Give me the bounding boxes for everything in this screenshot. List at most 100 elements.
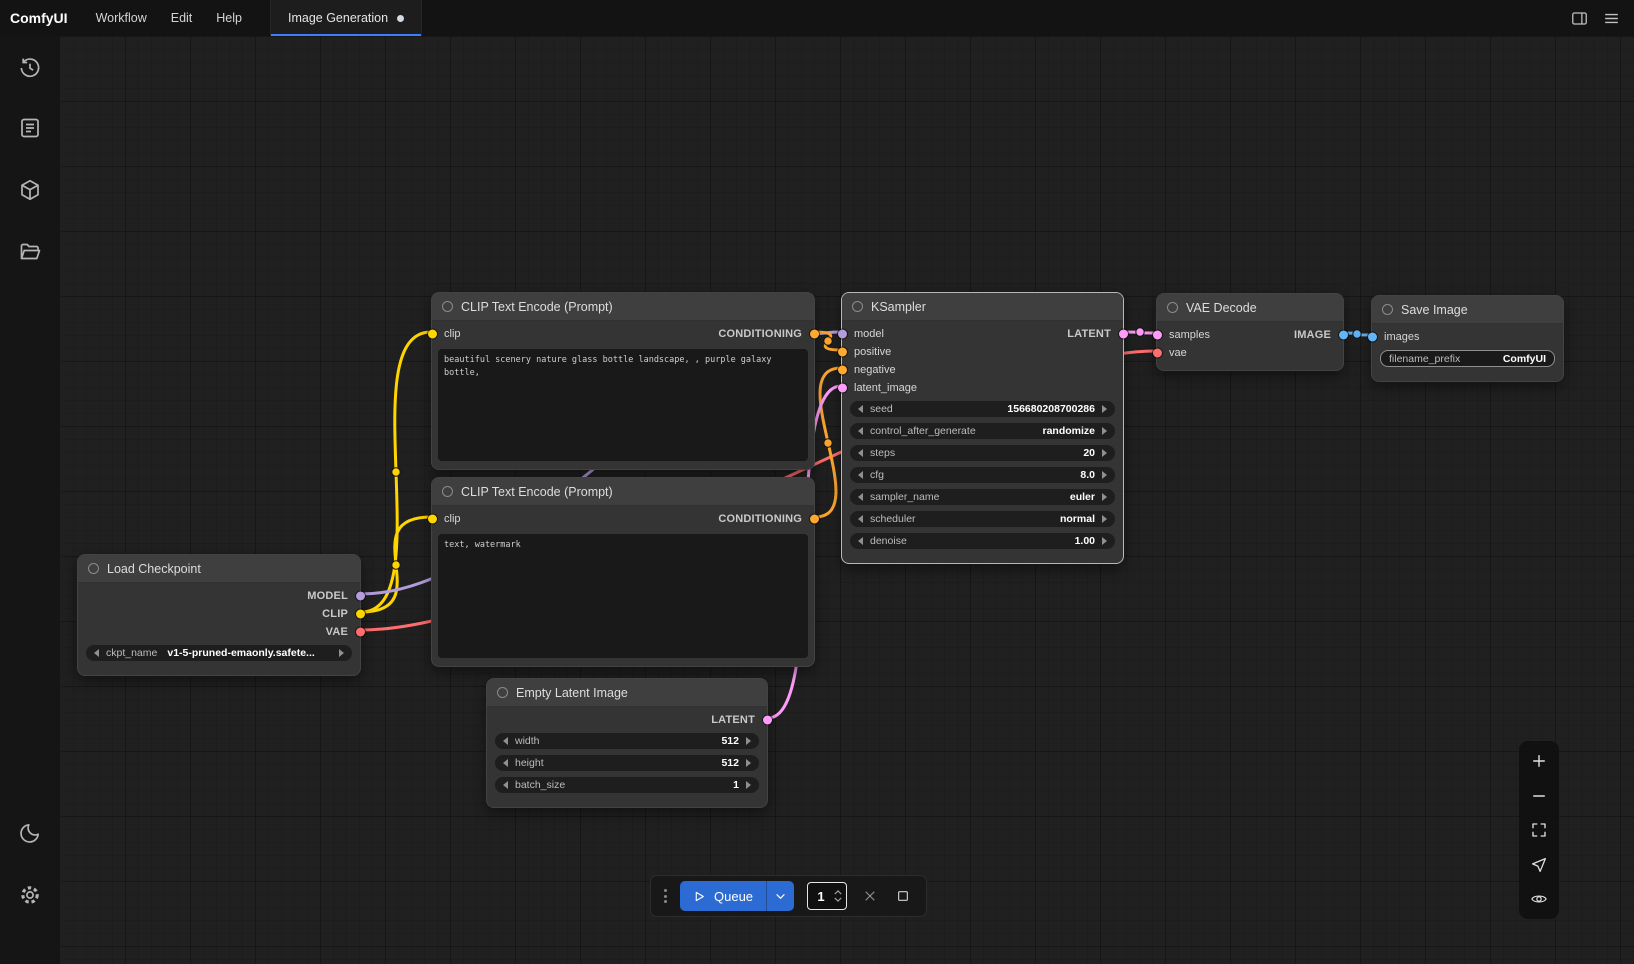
- decrement-arrow-icon[interactable]: [858, 449, 863, 457]
- increment-arrow-icon[interactable]: [339, 649, 344, 657]
- node-header[interactable]: CLIP Text Encode (Prompt): [432, 478, 814, 506]
- conditioning-output-dot[interactable]: [810, 330, 819, 339]
- workflows-folder-icon[interactable]: [18, 240, 42, 264]
- images-input-dot[interactable]: [1368, 333, 1377, 342]
- clear-queue-x-icon[interactable]: [860, 886, 880, 906]
- latent-output-dot[interactable]: [763, 716, 772, 725]
- input-slot-latent-image[interactable]: latent_image: [842, 379, 1123, 397]
- image-output-dot[interactable]: [1339, 331, 1348, 340]
- queue-options-caret-button[interactable]: [766, 881, 794, 911]
- theme-toggle-moon-icon[interactable]: [18, 821, 42, 845]
- increment-arrow-icon[interactable]: [1102, 493, 1107, 501]
- decrement-arrow-icon[interactable]: [858, 515, 863, 523]
- output-slot-clip[interactable]: CLIP: [78, 605, 360, 623]
- menu-workflow[interactable]: Workflow: [84, 0, 159, 36]
- decrement-arrow-icon[interactable]: [858, 537, 863, 545]
- node-ksampler[interactable]: KSampler model LATENT positive negative …: [841, 292, 1124, 564]
- hamburger-menu-icon[interactable]: [1598, 5, 1624, 31]
- collapse-dot[interactable]: [442, 301, 453, 312]
- clip-input-dot[interactable]: [428, 330, 437, 339]
- model-output-dot[interactable]: [356, 592, 365, 601]
- widget-sampler-name[interactable]: sampler_name euler: [850, 489, 1115, 505]
- collapse-dot[interactable]: [497, 687, 508, 698]
- positive-prompt-textarea[interactable]: beautiful scenery nature glass bottle la…: [438, 349, 808, 461]
- node-header[interactable]: CLIP Text Encode (Prompt): [432, 293, 814, 321]
- increment-arrow-icon[interactable]: [746, 737, 751, 745]
- input-slot-vae[interactable]: vae: [1157, 344, 1343, 362]
- output-slot-model[interactable]: MODEL: [78, 587, 360, 605]
- decrement-arrow-icon[interactable]: [503, 781, 508, 789]
- widget-height[interactable]: height 512: [495, 755, 759, 771]
- widget-steps[interactable]: steps 20: [850, 445, 1115, 461]
- link-midpoint-dot[interactable]: [392, 468, 400, 476]
- zoom-in-icon[interactable]: [1529, 751, 1549, 771]
- stepper-down-icon[interactable]: [834, 897, 842, 902]
- menu-edit[interactable]: Edit: [159, 0, 205, 36]
- link-midpoint-dot[interactable]: [824, 439, 832, 447]
- vae-input-dot[interactable]: [1153, 349, 1162, 358]
- collapse-dot[interactable]: [442, 486, 453, 497]
- panel-toggle-icon[interactable]: [1566, 5, 1592, 31]
- samples-input-dot[interactable]: [1153, 331, 1162, 340]
- increment-arrow-icon[interactable]: [746, 759, 751, 767]
- model-library-icon[interactable]: [18, 178, 42, 202]
- stepper-up-icon[interactable]: [834, 890, 842, 895]
- model-input-dot[interactable]: [838, 330, 847, 339]
- clip-output-dot[interactable]: [356, 610, 365, 619]
- increment-arrow-icon[interactable]: [1102, 537, 1107, 545]
- conditioning-input-dot[interactable]: [838, 348, 847, 357]
- tab-image-generation[interactable]: Image Generation: [270, 0, 422, 36]
- node-clip-text-encode-positive[interactable]: CLIP Text Encode (Prompt) clip CONDITION…: [431, 292, 815, 470]
- zoom-out-icon[interactable]: [1529, 786, 1549, 806]
- widget-scheduler[interactable]: scheduler normal: [850, 511, 1115, 527]
- batch-count-input[interactable]: 1: [807, 882, 847, 910]
- conditioning-input-dot[interactable]: [838, 366, 847, 375]
- node-vae-decode[interactable]: VAE Decode samples IMAGE vae: [1156, 293, 1344, 371]
- widget-ckpt-name[interactable]: ckpt_name v1-5-pruned-emaonly.safete...: [86, 645, 352, 661]
- decrement-arrow-icon[interactable]: [858, 427, 863, 435]
- increment-arrow-icon[interactable]: [1102, 471, 1107, 479]
- decrement-arrow-icon[interactable]: [858, 471, 863, 479]
- pan-mode-icon[interactable]: [1529, 855, 1549, 875]
- widget-width[interactable]: width 512: [495, 733, 759, 749]
- node-header[interactable]: Save Image: [1372, 296, 1563, 324]
- history-icon[interactable]: [18, 56, 42, 80]
- graph-canvas[interactable]: Load Checkpoint MODEL CLIP VAE ckpt_name…: [60, 36, 1634, 964]
- decrement-arrow-icon[interactable]: [94, 649, 99, 657]
- collapse-dot[interactable]: [88, 563, 99, 574]
- clip-input-dot[interactable]: [428, 515, 437, 524]
- increment-arrow-icon[interactable]: [1102, 405, 1107, 413]
- node-header[interactable]: Empty Latent Image: [487, 679, 767, 707]
- node-clip-text-encode-negative[interactable]: CLIP Text Encode (Prompt) clip CONDITION…: [431, 477, 815, 667]
- vae-output-dot[interactable]: [356, 628, 365, 637]
- negative-prompt-textarea[interactable]: text, watermark: [438, 534, 808, 658]
- widget-cfg[interactable]: cfg 8.0: [850, 467, 1115, 483]
- fit-view-icon[interactable]: [1529, 820, 1549, 840]
- node-save-image[interactable]: Save Image images filename_prefix ComfyU…: [1371, 295, 1564, 382]
- increment-arrow-icon[interactable]: [746, 781, 751, 789]
- menu-help[interactable]: Help: [204, 0, 254, 36]
- node-header[interactable]: VAE Decode: [1157, 294, 1343, 322]
- node-empty-latent-image[interactable]: Empty Latent Image LATENT width 512 heig…: [486, 678, 768, 808]
- node-header[interactable]: KSampler: [842, 293, 1123, 321]
- widget-seed[interactable]: seed 156680208700286: [850, 401, 1115, 417]
- widget-denoise[interactable]: denoise 1.00: [850, 533, 1115, 549]
- increment-arrow-icon[interactable]: [1102, 515, 1107, 523]
- node-library-icon[interactable]: [18, 116, 42, 140]
- link-midpoint-dot[interactable]: [1353, 330, 1361, 338]
- increment-arrow-icon[interactable]: [1102, 427, 1107, 435]
- widget-batch-size[interactable]: batch_size 1: [495, 777, 759, 793]
- widget-control-after-generate[interactable]: control_after_generate randomize: [850, 423, 1115, 439]
- collapse-dot[interactable]: [1382, 304, 1393, 315]
- decrement-arrow-icon[interactable]: [858, 405, 863, 413]
- output-slot-vae[interactable]: VAE: [78, 623, 360, 641]
- link-midpoint-dot[interactable]: [392, 561, 400, 569]
- increment-arrow-icon[interactable]: [1102, 449, 1107, 457]
- widget-filename-prefix[interactable]: filename_prefix ComfyUI: [1380, 350, 1555, 367]
- decrement-arrow-icon[interactable]: [503, 737, 508, 745]
- input-slot-negative[interactable]: negative: [842, 361, 1123, 379]
- input-slot-positive[interactable]: positive: [842, 343, 1123, 361]
- decrement-arrow-icon[interactable]: [858, 493, 863, 501]
- toggle-visibility-eye-icon[interactable]: [1529, 889, 1549, 909]
- drag-handle-icon[interactable]: [664, 889, 667, 903]
